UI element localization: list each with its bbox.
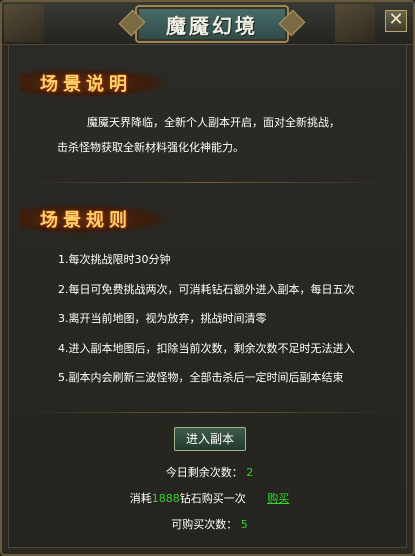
- rule-item: 2.每日可免费挑战两次，可消耗钻石额外进入副本，每日五次: [58, 282, 355, 296]
- header-ornament-right: [335, 4, 375, 42]
- remaining-label: 今日剩余次数：: [165, 466, 243, 479]
- purchase-prefix: 消耗: [129, 492, 152, 505]
- section-divider: [22, 412, 393, 413]
- rule-item: 3.离开当前地图，视为放弃，挑战时间清零: [58, 312, 267, 325]
- buy-link[interactable]: 购买: [267, 492, 289, 505]
- rule-item: 4.进入副本地图后，扣除当前次数，剩余次数不足时无法进入: [58, 341, 355, 355]
- scene-description: 魔魇天界降临，全新个人副本开启，面对全新挑战， 击杀怪物获取全新材料强化化神能力…: [57, 110, 397, 160]
- header-ornament-left: [4, 4, 44, 42]
- purchase-suffix: 钻石购买一次: [179, 492, 246, 505]
- buyable-label: 可购买次数：: [171, 518, 238, 531]
- remaining-value: 2: [246, 466, 254, 479]
- enter-dungeon-button[interactable]: 进入副本: [174, 427, 246, 451]
- dialog-title: 魔魇幻境: [166, 13, 258, 38]
- remaining-count-row: 今日剩余次数： 2: [2, 464, 415, 480]
- purchase-cost: 1888: [151, 492, 180, 505]
- description-line: 魔魇天界降临，全新个人副本开启，面对全新挑战，: [87, 116, 340, 129]
- section-heading-rules: 场景规则: [20, 202, 170, 236]
- section-title: 场景规则: [40, 210, 132, 231]
- dungeon-dialog: 魔魇幻境 ✕ 场景说明 魔魇天界降临，全新个人副本开启，面对全新挑战， 击杀怪物…: [0, 0, 415, 556]
- buyable-count-row: 可购买次数： 5: [2, 516, 415, 532]
- section-title: 场景说明: [40, 74, 132, 95]
- section-divider: [22, 182, 393, 183]
- section-heading-description: 场景说明: [20, 66, 170, 100]
- rule-item: 5.副本内会刷新三波怪物，全部击杀后一定时间后副本结束: [58, 371, 344, 384]
- purchase-row: 消耗1888钻石购买一次 购买: [2, 490, 415, 506]
- close-icon: ✕: [388, 9, 404, 30]
- description-line: 击杀怪物获取全新材料强化化神能力。: [57, 141, 244, 154]
- title-plate: 魔魇幻境: [135, 5, 289, 43]
- dialog-header: 魔魇幻境 ✕: [2, 2, 413, 45]
- close-button[interactable]: ✕: [385, 10, 407, 32]
- rules-list: 1.每次挑战限时30分钟 2.每日可免费挑战两次，可消耗钻石额外进入副本，每日五…: [58, 250, 398, 398]
- rule-item: 1.每次挑战限时30分钟: [58, 253, 171, 266]
- buyable-value: 5: [240, 518, 248, 531]
